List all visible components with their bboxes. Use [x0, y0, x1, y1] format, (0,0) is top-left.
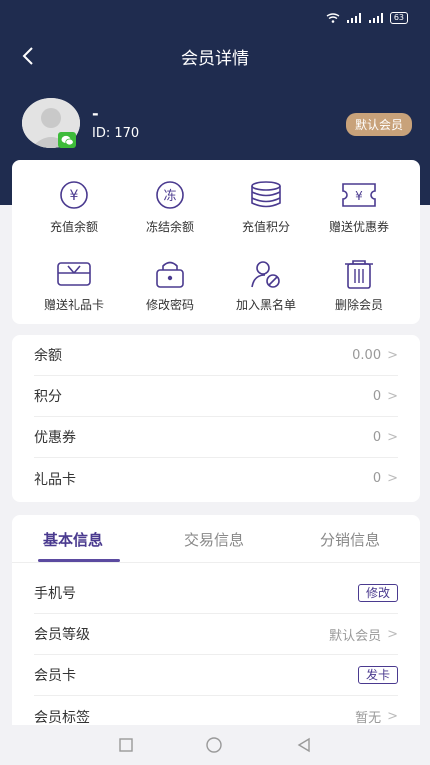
row-label: 余额 — [34, 348, 62, 364]
block-user-icon — [251, 261, 280, 288]
info-card: 基本信息 交易信息 分销信息 手机号 修改 会员等级 默认会员 > 会员卡 发卡 … — [12, 515, 420, 745]
tab-transaction-info[interactable]: 交易信息 — [184, 529, 244, 550]
wifi-icon — [326, 13, 340, 23]
battery-indicator: 63 — [389, 12, 408, 24]
assets-card: 余额 0.00 > 积分 0 > 优惠券 0 > 礼品卡 0 > — [12, 335, 420, 502]
member-level-badge: 默认会员 — [345, 113, 412, 136]
member-name: - — [92, 104, 99, 123]
change-password-button[interactable]: 修改密码 — [119, 258, 221, 328]
status-bar: 63 — [326, 12, 408, 24]
yuan-coin-icon: ¥ — [60, 181, 88, 209]
give-coupon-button[interactable]: ¥ 赠送优惠券 — [308, 180, 410, 250]
member-level-row[interactable]: 会员等级 默认会员 > — [34, 614, 398, 655]
coin-stack-icon — [251, 181, 281, 208]
row-value: 0 — [372, 429, 382, 445]
svg-text:冻: 冻 — [163, 188, 176, 204]
member-id: ID: 170 — [92, 126, 140, 141]
recents-icon[interactable] — [118, 737, 134, 753]
row-label: 会员卡 — [34, 668, 76, 684]
coupon-icon: ¥ — [342, 183, 376, 207]
delete-member-button[interactable]: 删除会员 — [308, 258, 410, 328]
action-label: 赠送礼品卡 — [43, 298, 104, 312]
lock-icon — [156, 261, 184, 288]
row-value: 默认会员 — [329, 628, 382, 644]
row-label: 礼品卡 — [34, 471, 76, 488]
action-label: 修改密码 — [145, 298, 194, 312]
svg-text:¥: ¥ — [355, 189, 363, 203]
trash-icon — [345, 260, 373, 289]
add-blacklist-button[interactable]: 加入黑名单 — [215, 258, 317, 328]
member-card-row: 会员卡 发卡 — [34, 655, 398, 696]
row-value: 0.00 — [352, 347, 382, 363]
phone-row: 手机号 修改 — [34, 573, 398, 614]
give-gift-card-button[interactable]: 赠送礼品卡 — [23, 258, 125, 328]
edit-phone-button[interactable]: 修改 — [357, 584, 398, 602]
chevron-right-icon: > — [387, 347, 398, 363]
chevron-right-icon: > — [387, 626, 398, 642]
coupons-row[interactable]: 优惠券 0 > — [34, 417, 398, 458]
tab-distribution-info[interactable]: 分销信息 — [320, 529, 380, 550]
chevron-right-icon: > — [387, 388, 398, 404]
row-value: 0 — [372, 471, 382, 486]
action-label: 赠送优惠券 — [328, 220, 389, 234]
row-value: 0 — [372, 388, 382, 404]
chevron-right-icon: > — [387, 429, 398, 445]
info-tabs: 基本信息 交易信息 分销信息 — [12, 515, 420, 563]
back-nav-icon[interactable] — [296, 737, 312, 753]
actions-card: ¥ 充值余额 冻 冻结余额 充值积分 ¥ 赠送优惠券 赠送礼品卡 修改密码 加入… — [12, 160, 420, 324]
tab-basic-info[interactable]: 基本信息 — [43, 529, 103, 550]
points-row[interactable]: 积分 0 > — [34, 376, 398, 417]
row-label: 会员标签 — [34, 709, 90, 726]
recharge-points-button[interactable]: 充值积分 — [215, 180, 317, 250]
action-label: 加入黑名单 — [235, 298, 296, 312]
freeze-icon: 冻 — [156, 181, 184, 209]
chevron-right-icon: > — [387, 709, 398, 724]
row-label: 优惠券 — [34, 430, 76, 446]
action-label: 充值积分 — [241, 220, 290, 234]
freeze-balance-button[interactable]: 冻 冻结余额 — [119, 180, 221, 250]
chevron-right-icon: > — [387, 471, 398, 486]
page-title: 会员详情 — [181, 49, 249, 69]
svg-text:¥: ¥ — [70, 188, 79, 204]
gift-card-icon — [57, 262, 91, 286]
member-profile: - ID: 170 默认会员 — [22, 98, 412, 148]
nav-bar: 会员详情 — [0, 38, 430, 74]
balance-row[interactable]: 余额 0.00 > — [34, 335, 398, 376]
home-icon[interactable] — [205, 737, 223, 753]
wechat-icon — [58, 132, 76, 148]
row-label: 积分 — [34, 389, 62, 405]
recharge-balance-button[interactable]: ¥ 充值余额 — [23, 180, 125, 250]
row-label: 手机号 — [34, 586, 76, 602]
action-label: 充值余额 — [49, 220, 98, 234]
row-value: 暂无 — [355, 711, 382, 726]
signal-icon — [346, 13, 361, 23]
action-label: 冻结余额 — [145, 220, 194, 234]
signal-icon — [368, 13, 383, 23]
gift-cards-row[interactable]: 礼品卡 0 > — [34, 458, 398, 499]
issue-card-button[interactable]: 发卡 — [357, 666, 398, 684]
action-label: 删除会员 — [334, 298, 383, 312]
system-nav-bar — [0, 725, 430, 765]
row-label: 会员等级 — [34, 627, 90, 643]
active-tab-indicator — [38, 559, 120, 562]
